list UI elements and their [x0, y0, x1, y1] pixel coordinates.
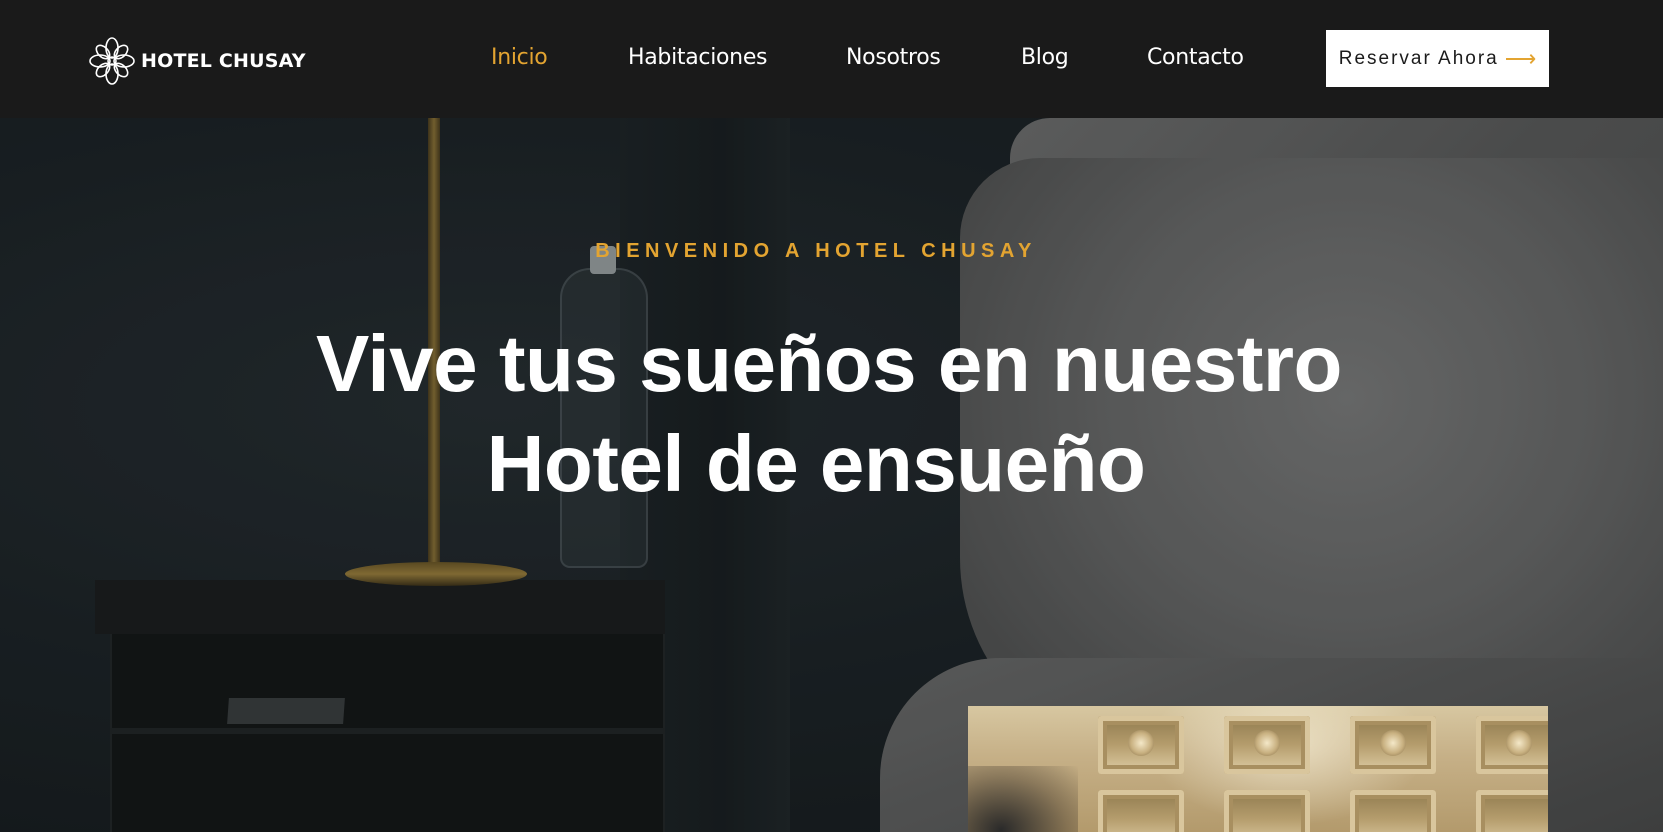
hero-headline-line1: Vive tus sueños en nuestro	[316, 319, 1342, 408]
hero-headline-line2: Hotel de ensueño	[486, 419, 1146, 508]
nav-item-contacto[interactable]: Contacto	[1147, 45, 1244, 70]
cta-label: Reservar Ahora	[1338, 47, 1499, 69]
nav-item-blog[interactable]: Blog	[1021, 45, 1069, 70]
hero-eyebrow: BIENVENIDO A HOTEL CHUSAY	[595, 240, 1037, 262]
site-header: HOTEL CHUSAY Inicio Habitaciones Nosotro…	[0, 0, 1663, 118]
hero-headline: Vive tus sueños en nuestro Hotel de ensu…	[316, 314, 1342, 514]
arrow-right-icon: ⟶	[1504, 45, 1537, 71]
nav-item-nosotros[interactable]: Nosotros	[846, 45, 941, 70]
hero-section: BIENVENIDO A HOTEL CHUSAY Vive tus sueño…	[0, 118, 1663, 832]
reservar-ahora-button[interactable]: Reservar Ahora ⟶	[1326, 30, 1549, 87]
nav-item-habitaciones[interactable]: Habitaciones	[628, 45, 768, 70]
hotel-ceiling-image	[968, 706, 1548, 832]
nav-item-inicio[interactable]: Inicio	[491, 45, 548, 70]
